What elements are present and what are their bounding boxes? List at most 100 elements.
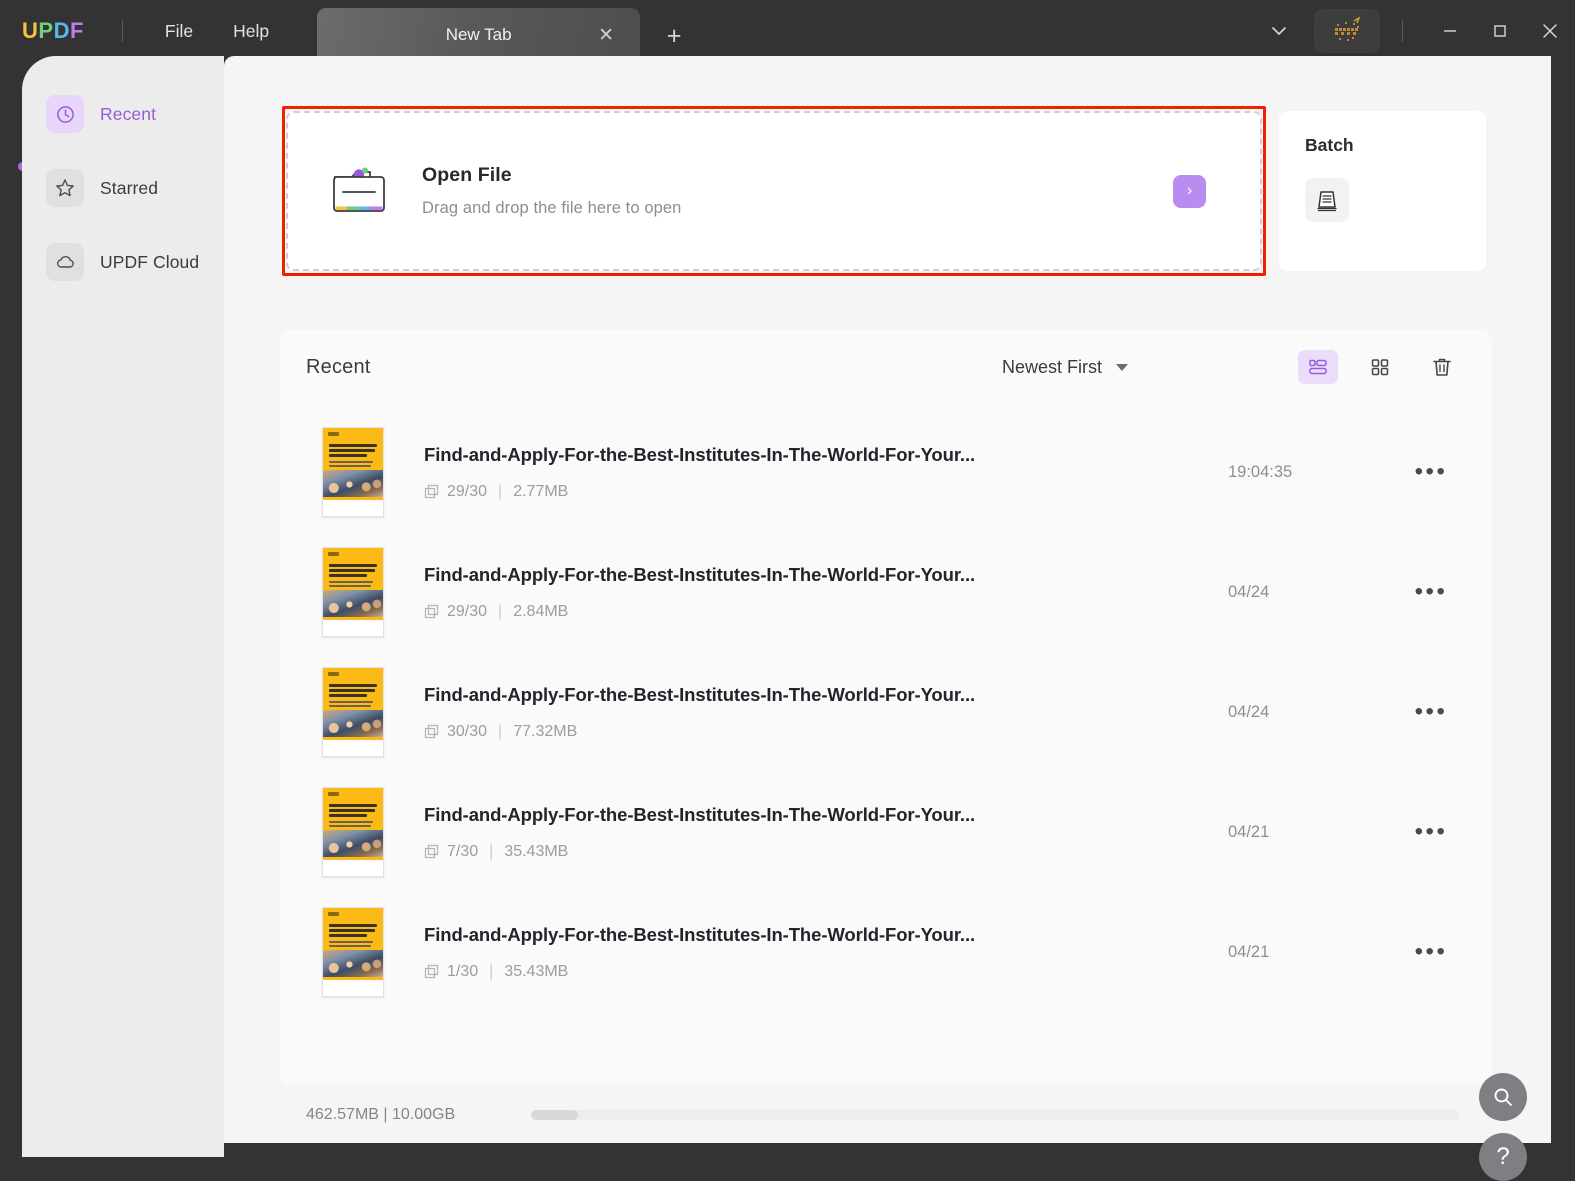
open-file-title: Open File [422, 164, 512, 186]
table-row[interactable]: Find-and-Apply-For-the-Best-Institutes-I… [280, 892, 1492, 1012]
file-name: Find-and-Apply-For-the-Best-Institutes-I… [424, 443, 976, 465]
row-menu-button[interactable]: ••• [1400, 818, 1462, 846]
menu-help[interactable]: Help [213, 13, 289, 50]
status-bar: 462.57MB | 10.00GB [280, 1089, 1492, 1141]
ai-sparkle-badge[interactable] [1314, 9, 1380, 53]
sidebar-item-starred[interactable]: Starred [36, 164, 210, 212]
meta-divider: | [498, 482, 503, 500]
folder-icon [330, 165, 392, 217]
page-title: Recent [306, 355, 371, 378]
window-minimize-button[interactable] [1425, 10, 1475, 52]
pages-icon [424, 484, 439, 499]
storage-progress-bar[interactable] [531, 1110, 1460, 1120]
logo-letter-u: U [22, 18, 39, 43]
row-menu-button[interactable]: ••• [1400, 578, 1462, 606]
file-meta: 29/30 | 2.77MB [424, 483, 975, 501]
file-timestamp: 19:04:35 [1228, 462, 1293, 481]
open-file-dropzone[interactable]: Open File Drag and drop the file here to… [286, 111, 1262, 271]
table-row[interactable]: Find-and-Apply-For-the-Best-Institutes-I… [280, 532, 1492, 652]
left-edge-strip [0, 56, 27, 1157]
recent-header: Recent Newest First [280, 330, 1492, 404]
window-maximize-button[interactable] [1475, 10, 1525, 52]
storage-usage-text: 462.57MB | 10.00GB [306, 1106, 456, 1123]
open-file-subtitle: Drag and drop the file here to open [422, 199, 682, 217]
logo-letter-d: D [53, 18, 70, 43]
page-count: 30/30 [447, 722, 488, 740]
chevron-down-icon[interactable] [1256, 8, 1302, 54]
pages-icon [424, 604, 439, 619]
tab-close-icon[interactable]: ✕ [594, 23, 618, 47]
search-fab-button[interactable] [1479, 1073, 1527, 1121]
recent-panel: Recent Newest First Find-and-Apply-For-t… [280, 330, 1492, 1085]
file-info: Find-and-Apply-For-the-Best-Institutes-I… [424, 564, 975, 621]
row-menu-button[interactable]: ••• [1400, 938, 1462, 966]
file-meta: 30/30 | 77.32MB [424, 723, 975, 741]
new-tab-plus-icon[interactable]: + [652, 14, 696, 58]
file-size: 2.84MB [513, 602, 569, 620]
table-row[interactable]: Find-and-Apply-For-the-Best-Institutes-I… [280, 772, 1492, 892]
batch-title: Batch [1305, 135, 1354, 155]
star-icon [46, 169, 84, 207]
main-content: Open File Drag and drop the file here to… [224, 56, 1551, 1181]
file-thumbnail [322, 427, 384, 517]
open-file-arrow-button[interactable]: › [1173, 174, 1206, 208]
file-thumbnail [322, 547, 384, 637]
meta-divider: | [498, 602, 503, 620]
file-timestamp: 04/21 [1228, 822, 1270, 841]
file-timestamp: 04/24 [1228, 702, 1270, 721]
batch-stack-icon[interactable] [1305, 178, 1349, 222]
logo-letter-p: P [38, 18, 54, 43]
file-size: 35.43MB [504, 842, 569, 860]
meta-divider: | [489, 962, 494, 980]
open-file-region: Open File Drag and drop the file here to… [282, 106, 1266, 276]
file-timestamp: 04/24 [1228, 582, 1270, 601]
sidebar-item-recent[interactable]: Recent [36, 90, 210, 138]
file-meta: 29/30 | 2.84MB [424, 603, 975, 621]
sidebar-item-label: Recent [100, 103, 157, 124]
meta-divider: | [489, 842, 494, 860]
meta-divider: | [498, 722, 503, 740]
menu-file[interactable]: File [145, 13, 213, 50]
chevron-down-icon [1116, 363, 1128, 371]
pages-icon [424, 724, 439, 739]
recent-file-list: Find-and-Apply-For-the-Best-Institutes-I… [280, 404, 1492, 1012]
tab-strip: New Tab ✕ + [317, 0, 696, 62]
file-info: Find-and-Apply-For-the-Best-Institutes-I… [424, 804, 975, 861]
trash-icon[interactable] [1422, 350, 1462, 384]
batch-panel[interactable]: Batch [1279, 111, 1486, 271]
file-thumbnail [322, 787, 384, 877]
file-name: Find-and-Apply-For-the-Best-Institutes-I… [424, 803, 976, 825]
table-row[interactable]: Find-and-Apply-For-the-Best-Institutes-I… [280, 412, 1492, 532]
page-count: 7/30 [447, 842, 479, 860]
top-action-row: Open File Drag and drop the file here to… [282, 106, 1486, 276]
file-thumbnail [322, 907, 384, 997]
sidebar-item-label: UPDF Cloud [100, 251, 200, 272]
file-thumbnail [322, 667, 384, 757]
file-meta: 1/30 | 35.43MB [424, 963, 975, 981]
file-timestamp: 04/21 [1228, 942, 1270, 961]
storage-progress-fill [531, 1110, 578, 1120]
file-info: Find-and-Apply-For-the-Best-Institutes-I… [424, 924, 975, 981]
sort-dropdown[interactable]: Newest First [1002, 357, 1128, 378]
row-menu-button[interactable]: ••• [1400, 458, 1462, 486]
titlebar-divider [121, 20, 123, 42]
row-menu-button[interactable]: ••• [1400, 698, 1462, 726]
tab-new-tab[interactable]: New Tab ✕ [317, 8, 641, 62]
help-fab-button[interactable]: ? [1479, 1133, 1527, 1181]
file-meta: 7/30 | 35.43MB [424, 843, 975, 861]
sidebar-item-label: Starred [100, 177, 159, 198]
file-info: Find-and-Apply-For-the-Best-Institutes-I… [424, 444, 975, 501]
sidebar-item-updf-cloud[interactable]: UPDF Cloud [36, 238, 210, 286]
app-body: Recent Starred UPDF Cloud Open File Drag… [0, 56, 1575, 1181]
file-size: 2.77MB [513, 482, 569, 500]
list-view-button[interactable] [1298, 350, 1338, 384]
grid-view-button[interactable] [1360, 350, 1400, 384]
clock-icon [46, 95, 84, 133]
window-close-button[interactable] [1525, 10, 1575, 52]
file-name: Find-and-Apply-For-the-Best-Institutes-I… [424, 563, 976, 585]
sort-label: Newest First [1001, 356, 1102, 377]
table-row[interactable]: Find-and-Apply-For-the-Best-Institutes-I… [280, 652, 1492, 772]
page-count: 1/30 [447, 962, 479, 980]
sidebar: Recent Starred UPDF Cloud [22, 56, 224, 1157]
open-file-text: Open File Drag and drop the file here to… [422, 164, 681, 218]
